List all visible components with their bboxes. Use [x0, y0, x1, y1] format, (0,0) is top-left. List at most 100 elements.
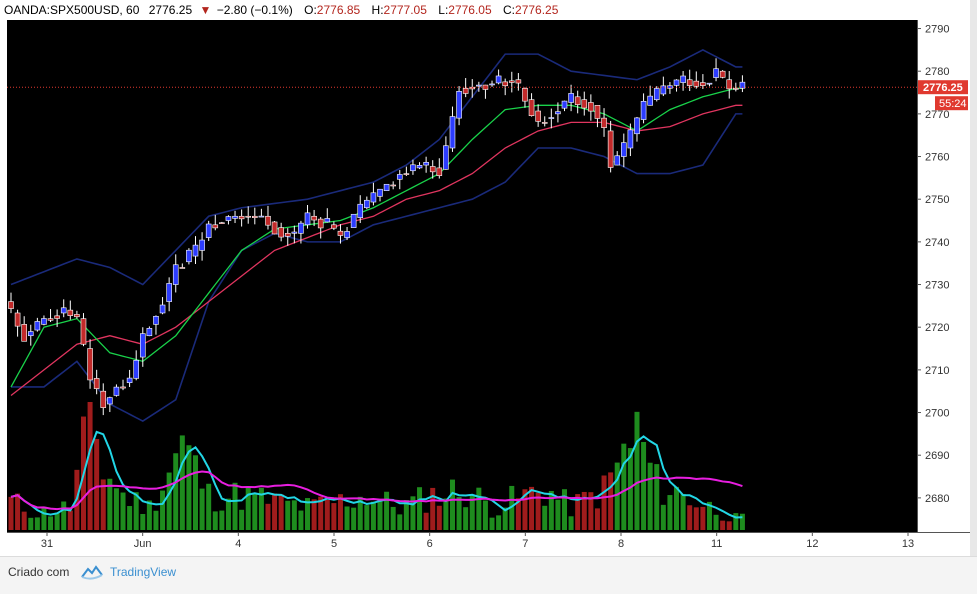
volume-bar	[193, 455, 198, 530]
volume-bar	[15, 493, 21, 530]
candle-body	[476, 84, 482, 87]
symbol-label[interactable]: OANDA:SPX500USD, 60	[4, 0, 139, 20]
candle-body	[146, 328, 153, 337]
candle-body	[47, 318, 54, 321]
candle-body	[403, 173, 410, 175]
candle-body	[568, 93, 574, 103]
candle-body	[337, 230, 344, 236]
price-tick-label: 2730	[925, 280, 949, 292]
time-tick-label: 12	[806, 538, 818, 550]
time-tick-label: 13	[902, 538, 914, 550]
volume-bar	[120, 492, 126, 530]
volume-bar	[34, 517, 40, 530]
candle-body	[364, 199, 370, 209]
volume-bar	[311, 499, 317, 530]
candle-body	[647, 95, 653, 106]
volume-bar	[555, 499, 561, 530]
candle-body	[390, 184, 396, 187]
volume-bar	[21, 511, 27, 530]
price-tick-label: 2710	[925, 365, 949, 377]
volume-bar	[61, 501, 67, 530]
candle-body	[370, 192, 377, 203]
volume-bar	[529, 486, 535, 530]
volume-bar	[496, 515, 502, 530]
candle-body	[700, 82, 706, 86]
down-arrow-icon: ▼	[199, 3, 212, 17]
volume-bar	[542, 505, 548, 530]
time-tick-label: Jun	[134, 538, 152, 550]
volume-bar	[285, 500, 291, 530]
volume-bar	[568, 516, 574, 530]
volume-bar	[674, 486, 680, 530]
candle-body	[686, 79, 693, 86]
volume-bar	[239, 509, 245, 530]
price-tick-label: 2760	[925, 152, 949, 164]
volume-bar	[430, 487, 436, 530]
candle-body	[733, 87, 739, 90]
volume-bar	[377, 499, 383, 530]
tradingview-brand[interactable]: TradingView	[110, 565, 176, 579]
time-tick-label: 4	[235, 538, 241, 550]
current-price: 2776.25	[148, 3, 193, 17]
candle-body	[555, 111, 561, 115]
volume-bar	[687, 505, 693, 530]
countdown-label: 55:24	[939, 98, 967, 110]
candle-body	[640, 101, 647, 120]
candle-body	[27, 331, 34, 337]
volume-bar	[654, 464, 660, 530]
candle-body	[594, 105, 601, 119]
time-tick-label: 7	[522, 538, 528, 550]
candle-body	[265, 215, 271, 226]
candle-body	[693, 80, 700, 87]
candle-body	[153, 315, 159, 325]
candle-body	[271, 221, 278, 235]
candle-body	[298, 222, 304, 234]
candle-body	[291, 231, 298, 234]
candle-body	[528, 99, 535, 117]
candle-body	[396, 174, 403, 180]
candle-body	[489, 83, 495, 86]
candle-body	[416, 165, 423, 169]
window-edge	[970, 0, 977, 556]
close-label: C:	[503, 3, 516, 17]
time-tick-label: 31	[41, 538, 53, 550]
candle-body	[186, 249, 192, 263]
volume-bar	[384, 491, 390, 530]
chart-frame[interactable]: 2680 2690 2700 2710 2720 2730 2740 2750 2760 2770…	[7, 20, 970, 552]
candle-body	[93, 378, 100, 389]
volume-bar	[641, 442, 647, 530]
volume-bar	[700, 506, 706, 530]
time-tick-label: 11	[711, 538, 722, 550]
volume-bar	[140, 513, 146, 530]
low-label: L:	[438, 3, 449, 17]
price-chart[interactable]: 2680 2690 2700 2710 2720 2730 2740 2750 2760 2770…	[7, 20, 970, 552]
volume-bar	[482, 500, 488, 530]
volume-bar	[291, 500, 297, 530]
tradingview-logo-icon	[81, 565, 103, 580]
candle-body	[120, 386, 126, 389]
candle-body	[179, 267, 186, 269]
candle-body	[284, 233, 291, 237]
volume-bar	[278, 494, 284, 530]
volume-bar	[28, 517, 34, 530]
footer: Criado com TradingView	[0, 556, 977, 594]
candle-body	[199, 239, 205, 251]
volume-bar	[456, 497, 462, 530]
open-label: O:	[304, 3, 317, 17]
candle-body	[515, 79, 522, 84]
candle-body	[133, 359, 139, 379]
candle-body	[258, 215, 265, 218]
volume-bar	[594, 508, 600, 530]
candle-body	[212, 224, 219, 229]
candle-body	[456, 91, 462, 119]
candle-body	[238, 215, 245, 220]
candle-body	[377, 188, 383, 197]
candle-body	[588, 102, 594, 112]
volume-bar	[298, 510, 304, 530]
credit-text: Criado com	[8, 565, 70, 579]
candle-body	[205, 223, 212, 238]
candle-body	[423, 162, 429, 166]
candle-body	[535, 110, 541, 122]
volume-bar	[693, 507, 699, 530]
candle-body	[219, 222, 225, 224]
